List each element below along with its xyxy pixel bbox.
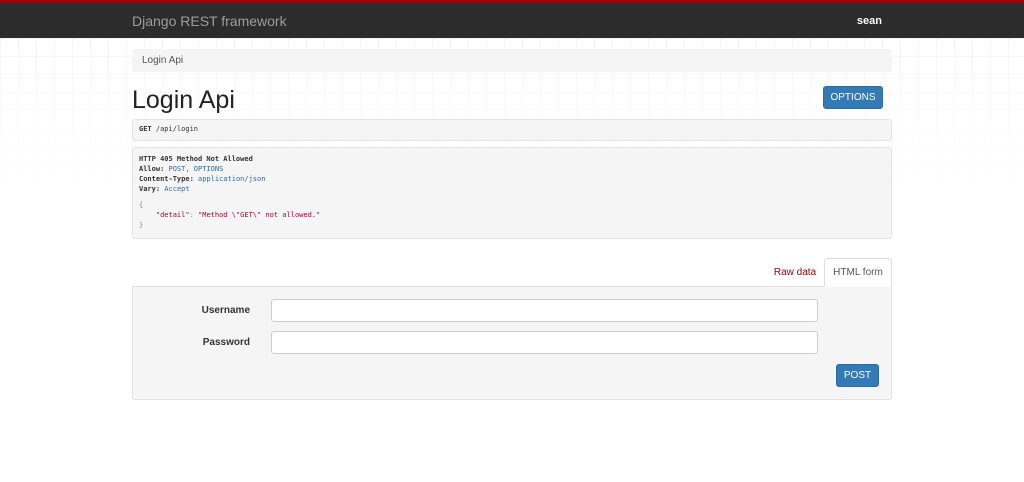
header-name: Content-Type: [139,175,194,183]
response-status: HTTP 405 Method Not Allowed [139,155,253,163]
json-close-brace: } [139,221,144,229]
header-name: Allow: [139,165,165,173]
request-info: GET /api/login [132,119,892,141]
tab-raw-data[interactable]: Raw data [766,259,824,286]
response-info: HTTP 405 Method Not Allowed Allow: POST,… [132,147,892,239]
navbar: Django REST framework sean [0,0,1024,38]
response-header-content-type: Content-Type: application/json [139,174,885,184]
json-key: "detail" [155,211,190,219]
json-value: "Method \"GET\" not allowed." [198,211,321,219]
response-header-allow: Allow: POST, OPTIONS [139,164,885,174]
header-value: Accept [164,185,190,193]
username-label: Username [201,305,250,316]
options-button[interactable]: OPTIONS [823,86,883,109]
json-separator: : [189,211,199,219]
password-input[interactable] [271,331,818,354]
brand-link[interactable]: Django REST framework [132,13,287,29]
header-value: application/json [198,175,266,183]
page-title: Login Api [132,86,235,114]
json-open-brace: { [139,201,144,209]
username-input[interactable] [271,299,818,322]
header-name: Vary: [139,185,161,193]
breadcrumb: Login Api [132,49,892,72]
response-header-vary: Vary: Accept [139,184,885,194]
user-menu[interactable]: sean [857,15,882,27]
json-detail-line: "detail": "Method \"GET\" not allowed." [139,210,885,220]
request-method: GET [139,125,152,133]
header-value: POST, OPTIONS [168,165,224,173]
breadcrumb-item-login-api[interactable]: Login Api [142,55,183,66]
request-path: /api/login [155,125,199,133]
tab-html-form[interactable]: HTML form [824,258,892,287]
post-button[interactable]: POST [836,364,879,387]
password-label: Password [202,337,250,348]
